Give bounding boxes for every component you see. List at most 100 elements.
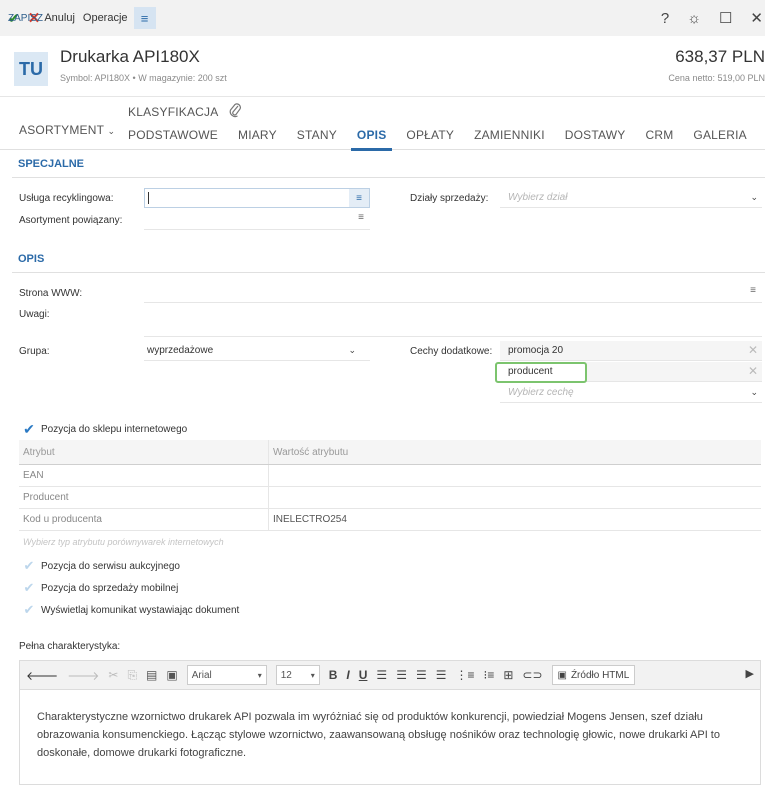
chevron-down-icon: ⌄ (750, 387, 758, 397)
save-label: ZAPISZ (8, 12, 44, 24)
notes-textarea[interactable] (144, 305, 762, 337)
table-row[interactable]: Kod u producenta INELECTRO254 (19, 509, 761, 531)
sales-dept-select[interactable]: Wybierz dział ⌄ (500, 188, 762, 208)
value-cell[interactable] (268, 465, 761, 486)
tab-crm[interactable]: CRM (645, 128, 673, 142)
product-subtitle: Symbol: API180X • W magazynie: 200 szt (60, 73, 227, 83)
feature-tag-label: promocja 20 (508, 345, 564, 356)
feature-tag-2[interactable]: producent ✕ (495, 362, 762, 383)
table-row[interactable]: EAN (19, 465, 761, 487)
auction-checkbox[interactable]: ✔ Pozycja do serwisu aukcyjnego (23, 558, 180, 574)
message-checkbox[interactable]: ✔ Wyświetlaj komunikat wystawiając dokum… (23, 602, 240, 618)
sales-dept-label: Działy sprzedaży: (410, 193, 489, 204)
www-menu-icon[interactable]: ≡ (750, 285, 756, 296)
paste-icon[interactable]: ▤ (146, 668, 157, 682)
checkmark-icon: ✔ (23, 580, 35, 595)
link-icon[interactable]: ⊂⊃ (522, 668, 542, 682)
redo-icon[interactable]: 🡒 (67, 668, 99, 683)
tab-dostawy[interactable]: DOSTAWY (565, 128, 626, 142)
tab-podstawowe[interactable]: PODSTAWOWE (128, 128, 218, 142)
help-icon[interactable]: ? (661, 10, 669, 27)
product-name: Drukarka API180X (60, 47, 200, 66)
tab-opis[interactable]: OPIS (350, 128, 393, 151)
align-left-icon[interactable]: ☰ (376, 668, 387, 682)
tab-asortyment[interactable]: ASORTYMENT ⌄ (19, 123, 115, 137)
tab-row: PODSTAWOWE MIARY STANY OPIS OPŁATY ZAMIE… (128, 128, 747, 151)
cancel-label: Anuluj (44, 12, 75, 24)
www-input[interactable]: ≡ (144, 283, 762, 303)
related-input[interactable]: ≡ (144, 210, 370, 230)
close-icon[interactable]: ✕ (750, 9, 763, 27)
paste-text-icon[interactable]: ▣ (166, 668, 177, 682)
table-icon[interactable]: ⊞ (503, 668, 513, 682)
col-value[interactable]: Wartość atrybutu (268, 440, 761, 464)
features-label: Cechy dodatkowe: (410, 346, 493, 357)
checkmark-icon: ✔ (23, 602, 35, 617)
operations-label: Operacje (82, 12, 128, 24)
value-cell[interactable]: INELECTRO254 (268, 509, 761, 530)
recycling-label: Usługa recyklingowa: (19, 193, 114, 204)
shop-checkbox-label: Pozycja do sklepu internetowego (41, 424, 188, 435)
numbered-list-icon[interactable]: ⋮≡ (455, 668, 474, 682)
font-select[interactable]: Arial ▾ (186, 665, 267, 685)
caret-down-icon: ▾ (257, 670, 262, 680)
source-label: Źródło HTML (570, 669, 630, 681)
align-justify-icon[interactable]: ☰ (436, 668, 447, 682)
table-row[interactable]: Wybierz typ atrybutu porównywarek intern… (19, 531, 761, 553)
description-label: Pełna charakterystyka: (19, 641, 121, 652)
tab-klasyfikacja[interactable]: KLASYFIKACJA (128, 105, 218, 119)
recycling-input[interactable]: ≡ (144, 188, 370, 208)
feature-tag-1[interactable]: promocja 20 ✕ (500, 341, 762, 361)
attachment-icon[interactable] (228, 102, 242, 121)
copy-icon[interactable]: ⎘ (127, 668, 137, 683)
features-select[interactable]: Wybierz cechę ⌄ (500, 383, 762, 403)
remove-icon[interactable]: ✕ (748, 364, 758, 378)
tab-oplaty[interactable]: OPŁATY (406, 128, 454, 142)
attr-type-placeholder[interactable]: Wybierz typ atrybutu porównywarek intern… (19, 537, 268, 547)
undo-icon[interactable]: 🡐 (26, 668, 58, 683)
italic-icon[interactable]: I (346, 668, 349, 682)
tab-miary[interactable]: MIARY (238, 128, 277, 142)
group-value: wyprzedażowe (147, 345, 214, 356)
operations-menu[interactable]: Operacje (83, 12, 128, 24)
chevron-down-icon: ⌄ (107, 126, 116, 136)
tab-galeria[interactable]: GALERIA (693, 128, 746, 142)
bullet-list-icon[interactable]: ⁝≡ (484, 668, 495, 682)
top-toolbar: ✔ ZAPISZ ✕ Anuluj Operacje ≡ ? ☼ ☐ ✕ (0, 0, 765, 36)
divider (12, 177, 765, 178)
checkmark-icon: ✔ (23, 558, 35, 573)
attribute-table: Atrybut Wartość atrybutu EAN Producent K… (19, 440, 761, 553)
save-button[interactable]: ✔ ZAPISZ (8, 10, 43, 27)
maximize-icon[interactable]: ☐ (719, 9, 732, 27)
tabs-area: ASORTYMENT ⌄ KLASYFIKACJA PODSTAWOWE MIA… (0, 96, 765, 151)
expand-icon[interactable]: ▶ (746, 667, 754, 680)
caret-down-icon: ▾ (310, 670, 315, 680)
html-source-button[interactable]: ▣ Źródło HTML (551, 665, 636, 685)
size-select[interactable]: 12 ▾ (275, 665, 320, 685)
hamburger-menu-icon[interactable]: ≡ (133, 7, 156, 29)
value-cell[interactable] (268, 487, 761, 508)
size-value: 12 (280, 669, 292, 681)
recycling-menu-icon[interactable]: ≡ (349, 189, 369, 207)
cut-icon[interactable]: ✂ (108, 668, 118, 682)
editor-content[interactable]: Charakterystyczne wzornictwo drukarek AP… (19, 690, 761, 785)
feature-tag-label: producent (508, 366, 553, 377)
divider (12, 272, 765, 273)
group-select[interactable]: wyprzedażowe ⌄ (144, 341, 370, 361)
shop-checkbox[interactable]: ✔ Pozycja do sklepu internetowego (23, 421, 187, 438)
align-right-icon[interactable]: ☰ (416, 668, 427, 682)
tab-zamienniki[interactable]: ZAMIENNIKI (474, 128, 545, 142)
bold-icon[interactable]: B (329, 668, 338, 682)
align-center-icon[interactable]: ☰ (396, 668, 407, 682)
col-attr[interactable]: Atrybut (19, 447, 268, 458)
attr-cell: EAN (23, 470, 44, 481)
related-menu-icon[interactable]: ≡ (358, 212, 364, 223)
chevron-down-icon: ⌄ (348, 345, 356, 355)
product-type-badge: TU (14, 52, 48, 86)
underline-icon[interactable]: U (359, 668, 368, 682)
remove-icon[interactable]: ✕ (748, 343, 758, 357)
table-row[interactable]: Producent (19, 487, 761, 509)
mobile-checkbox[interactable]: ✔ Pozycja do sprzedaży mobilnej (23, 580, 179, 596)
settings-icon[interactable]: ☼ (687, 10, 701, 27)
tab-stany[interactable]: STANY (297, 128, 337, 142)
